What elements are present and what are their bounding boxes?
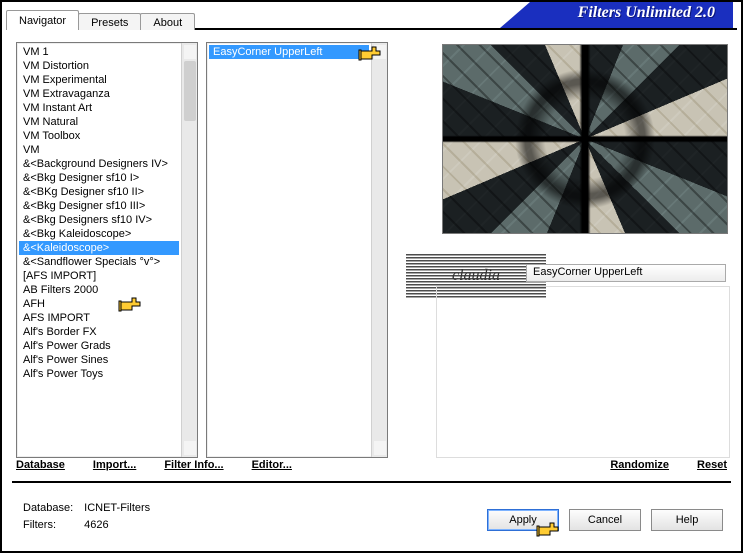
preview-image: [442, 44, 728, 234]
tab-bar: Navigator Presets About: [6, 10, 194, 32]
list-item[interactable]: Alf's Power Sines: [19, 353, 179, 367]
scrollbar-thumb[interactable]: [184, 61, 196, 121]
dialog-buttons: Apply Cancel Help: [487, 509, 723, 531]
database-info: Database:ICNET-Filters Filters:4626: [20, 499, 160, 535]
list-item[interactable]: Alf's Power Toys: [19, 367, 179, 381]
list-item[interactable]: &<Bkg Designer sf10 I>: [19, 171, 179, 185]
database-link[interactable]: Database: [16, 459, 65, 471]
category-list[interactable]: VM 1VM DistortionVM ExperimentalVM Extra…: [17, 43, 181, 457]
scrollbar-vertical[interactable]: [181, 43, 197, 457]
list-item[interactable]: VM Distortion: [19, 59, 179, 73]
list-item[interactable]: EasyCorner UpperLeft: [209, 45, 369, 59]
list-item[interactable]: &<Bkg Kaleidoscope>: [19, 227, 179, 241]
list-item[interactable]: &<Bkg Designer sf10 III>: [19, 199, 179, 213]
list-item[interactable]: &<BKg Designer sf10 II>: [19, 185, 179, 199]
tab-navigator[interactable]: Navigator: [6, 10, 79, 32]
pointer-hand-icon: [536, 518, 568, 540]
cancel-button[interactable]: Cancel: [569, 509, 641, 531]
filter-list[interactable]: EasyCorner UpperLeft: [207, 43, 371, 457]
preview-kaleidoscope: [443, 45, 727, 233]
list-item[interactable]: VM Toolbox: [19, 129, 179, 143]
db-value: ICNET-Filters: [83, 501, 158, 516]
parameter-panel: [436, 286, 730, 458]
list-item[interactable]: VM: [19, 143, 179, 157]
reset-link[interactable]: Reset: [697, 459, 727, 471]
list-item[interactable]: AFH: [19, 297, 179, 311]
list-item[interactable]: VM Instant Art: [19, 101, 179, 115]
pointer-hand-icon: [358, 42, 390, 64]
filter-name-field: EasyCorner UpperLeft: [526, 264, 726, 282]
randomize-link[interactable]: Randomize: [610, 459, 669, 471]
help-button[interactable]: Help: [651, 509, 723, 531]
app-title: Filters Unlimited 2.0: [530, 2, 733, 28]
pointer-hand-icon: [118, 293, 150, 315]
action-link-row: Database Import... Filter Info... Editor…: [16, 453, 727, 477]
filters-count-label: Filters:: [22, 518, 81, 533]
filters-count-value: 4626: [83, 518, 158, 533]
db-label: Database:: [22, 501, 81, 516]
list-item[interactable]: AFS IMPORT: [19, 311, 179, 325]
list-item[interactable]: VM Experimental: [19, 73, 179, 87]
list-item[interactable]: Alf's Border FX: [19, 325, 179, 339]
list-item[interactable]: AB Filters 2000: [19, 283, 179, 297]
list-item[interactable]: VM Natural: [19, 115, 179, 129]
filter-listbox[interactable]: EasyCorner UpperLeft: [206, 42, 388, 458]
filter-info-link[interactable]: Filter Info...: [164, 459, 223, 471]
editor-link[interactable]: Editor...: [252, 459, 292, 471]
list-item[interactable]: &<Bkg Designers sf10 IV>: [19, 213, 179, 227]
list-item[interactable]: [AFS IMPORT]: [19, 269, 179, 283]
import-link[interactable]: Import...: [93, 459, 136, 471]
list-item[interactable]: &<Background Designers IV>: [19, 157, 179, 171]
footer: Database:ICNET-Filters Filters:4626 Appl…: [14, 489, 729, 541]
divider-bottom: [12, 481, 731, 483]
list-item[interactable]: &<Kaleidoscope>: [19, 241, 179, 255]
scrollbar-vertical[interactable]: [371, 43, 387, 457]
category-listbox[interactable]: VM 1VM DistortionVM ExperimentalVM Extra…: [16, 42, 198, 458]
list-item[interactable]: VM Extravaganza: [19, 87, 179, 101]
list-item[interactable]: &<Sandflower Specials °v°>: [19, 255, 179, 269]
watermark-text: claudia: [452, 267, 500, 285]
tab-panel-navigator: VM 1VM DistortionVM ExperimentalVM Extra…: [6, 30, 737, 547]
list-item[interactable]: Alf's Power Grads: [19, 339, 179, 353]
list-item[interactable]: VM 1: [19, 45, 179, 59]
